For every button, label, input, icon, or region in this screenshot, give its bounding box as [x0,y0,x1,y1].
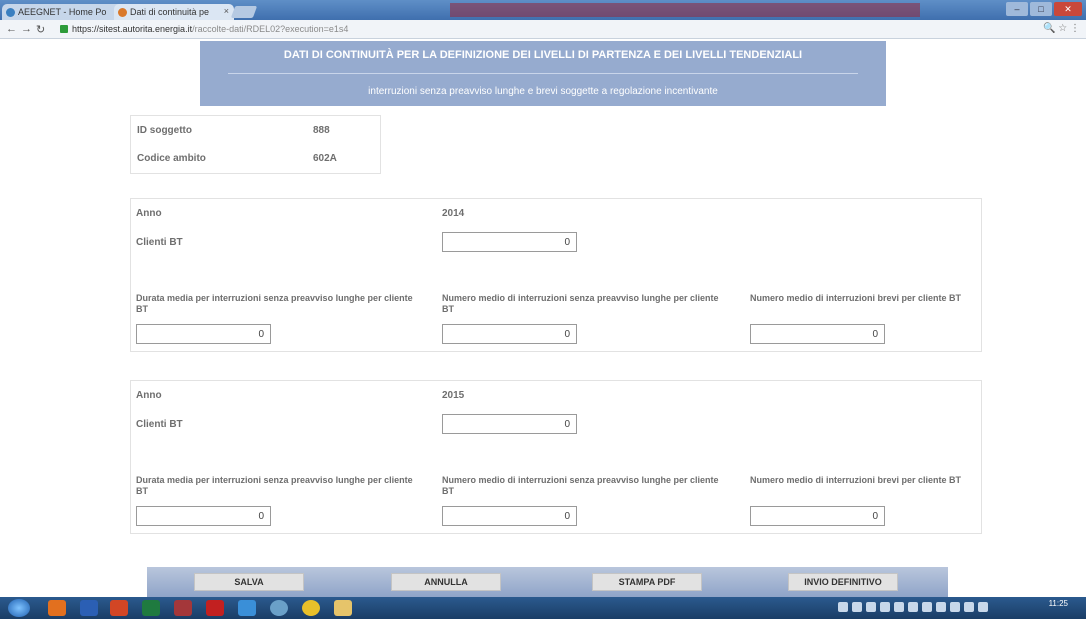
internet-explorer-icon[interactable] [238,600,256,616]
background-window-strip [450,3,920,17]
tray-icon[interactable] [950,602,960,612]
numero-lunghe-input[interactable]: 0 [442,506,577,526]
tab-label: Dati di continuità pe [130,7,210,17]
address-bar: ← → ↻ https://sitest.autorita.energia.it… [0,20,1086,39]
numero-lunghe-label: Numero medio di interruzioni senza preav… [442,293,719,314]
numero-brevi-input[interactable]: 0 [750,324,885,344]
file-explorer-icon[interactable] [334,600,352,616]
id-soggetto-value: 888 [313,125,330,136]
page-subtitle: interruzioni senza preavviso lunghe e br… [368,86,718,97]
browser-titlebar: AEEGNET - Home Po × Dati di continuità p… [0,0,1086,20]
year-panel-2015: Anno 2015 Clienti BT 0 Durata media per … [130,380,982,534]
tray-icon[interactable] [852,602,862,612]
anno-label: Anno [136,390,162,401]
clienti-bt-label: Clienti BT [136,237,183,248]
numero-brevi-label: Numero medio di interruzioni brevi per c… [750,475,962,485]
codice-ambito-value: 602A [313,153,337,164]
anno-value: 2015 [442,390,465,401]
url-path: /raccolte-dati/RDEL02?execution=e1s4 [192,24,349,34]
media-player-icon[interactable] [48,600,66,616]
ident-panel: ID soggetto 888 Codice ambito 602A [130,115,381,174]
tray-icon[interactable] [964,602,974,612]
numero-brevi-label: Numero medio di interruzioni brevi per c… [750,293,962,303]
close-window-icon[interactable]: ✕ [1054,2,1082,16]
access-icon[interactable] [174,600,192,616]
lock-icon [60,25,68,33]
header-divider [228,73,858,74]
tray-icon[interactable] [866,602,876,612]
durata-media-label: Durata media per interruzioni senza prea… [136,293,413,314]
reload-icon[interactable]: ↻ [36,23,45,36]
url-field[interactable]: https://sitest.autorita.energia.it/racco… [72,24,348,34]
back-arrow-icon[interactable]: ← [6,23,17,35]
tray-icon[interactable] [838,602,848,612]
clienti-bt-input[interactable]: 0 [442,232,577,252]
new-tab-button[interactable] [230,6,258,18]
powerpoint-icon[interactable] [110,600,128,616]
tray-icon[interactable] [922,602,932,612]
tray-icon[interactable] [908,602,918,612]
numero-lunghe-label: Numero medio di interruzioni senza preav… [442,475,719,496]
volume-icon[interactable] [978,602,988,612]
id-soggetto-label: ID soggetto [137,125,192,136]
tab-label: AEEGNET - Home Po [18,7,107,17]
chrome-icon[interactable] [302,600,320,616]
start-button-icon[interactable] [8,599,30,617]
invio-definitivo-button[interactable]: INVIO DEFINITIVO [788,573,898,591]
minimize-icon[interactable]: – [1006,2,1028,16]
salva-button[interactable]: SALVA [194,573,304,591]
numero-brevi-input[interactable]: 0 [750,506,885,526]
taskbar-clock[interactable]: 11:25 [1049,599,1068,608]
clienti-bt-label: Clienti BT [136,419,183,430]
acrobat-icon[interactable] [206,600,224,616]
zoom-star-icons[interactable]: 🔍 ☆ ⋮ [1043,23,1080,34]
tab-aeegnet-home[interactable]: AEEGNET - Home Po × [2,4,132,20]
tray-icon[interactable] [936,602,946,612]
annulla-button[interactable]: ANNULLA [391,573,501,591]
durata-media-input[interactable]: 0 [136,324,271,344]
tab-dati-continuita[interactable]: Dati di continuità pe × [114,4,234,20]
word-icon[interactable] [80,600,98,616]
year-panel-2014: Anno 2014 Clienti BT 0 Durata media per … [130,198,982,352]
stampa-pdf-button[interactable]: STAMPA PDF [592,573,702,591]
numero-lunghe-input[interactable]: 0 [442,324,577,344]
anno-value: 2014 [442,208,465,219]
action-bar: SALVA ANNULLA STAMPA PDF INVIO DEFINITIV… [147,567,948,597]
tray-icon[interactable] [880,602,890,612]
page-header: DATI DI CONTINUITÀ PER LA DEFINIZIONE DE… [200,41,886,106]
durata-media-input[interactable]: 0 [136,506,271,526]
url-host: https://sitest.autorita.energia.it [72,24,193,34]
window-controls: – □ ✕ [1006,2,1082,16]
system-tray [838,602,1008,614]
maximize-icon[interactable]: □ [1030,2,1052,16]
app-icon[interactable] [270,600,288,616]
excel-icon[interactable] [142,600,160,616]
os-taskbar: 11:25 [0,597,1086,619]
close-tab-icon[interactable]: × [224,6,229,16]
anno-label: Anno [136,208,162,219]
tray-icon[interactable] [894,602,904,612]
forward-arrow-icon[interactable]: → [21,23,32,35]
codice-ambito-label: Codice ambito [137,153,206,164]
durata-media-label: Durata media per interruzioni senza prea… [136,475,413,496]
page-title: DATI DI CONTINUITÀ PER LA DEFINIZIONE DE… [283,49,803,61]
aeegnet-favicon-icon [6,8,15,17]
clienti-bt-input[interactable]: 0 [442,414,577,434]
site-favicon-icon [118,8,127,17]
